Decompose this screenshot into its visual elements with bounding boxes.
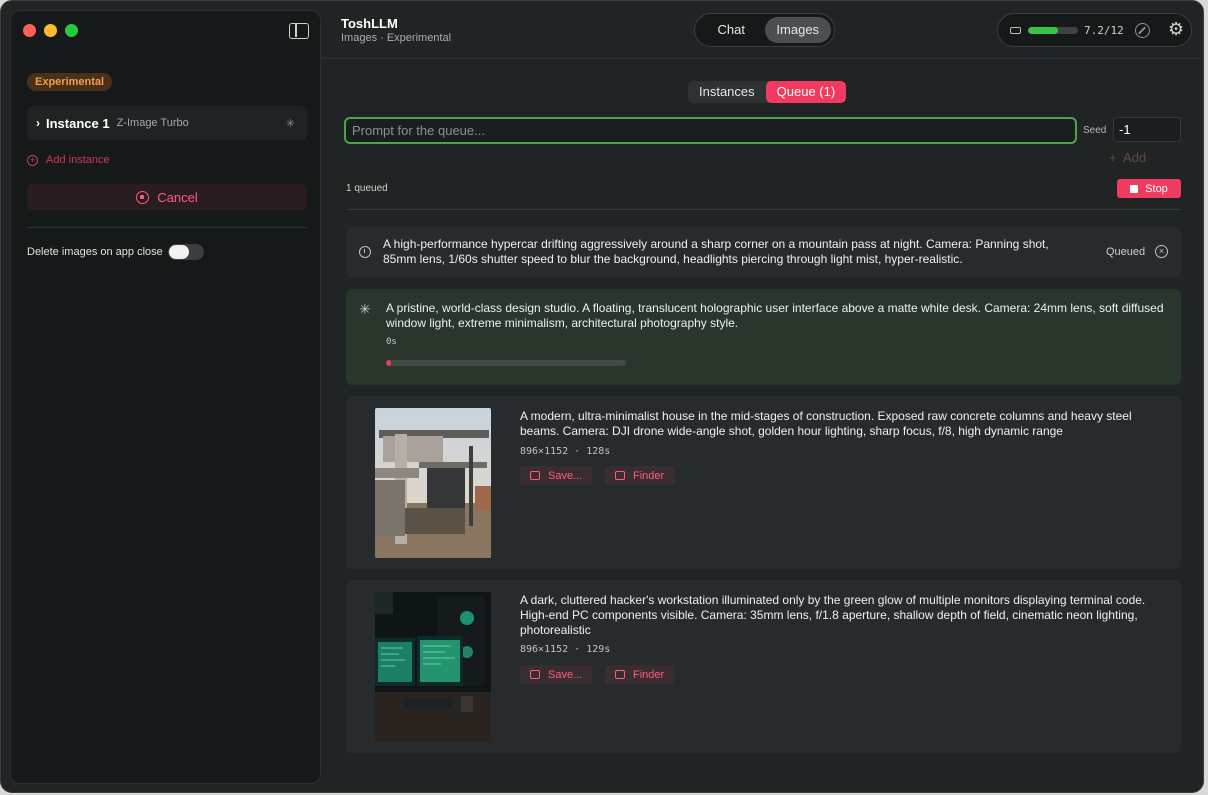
result-meta: 896×1152 · 128s xyxy=(520,446,611,457)
finder-button[interactable]: Finder xyxy=(605,466,675,485)
result-prompt: A dark, cluttered hacker's workstation i… xyxy=(520,593,1146,637)
memory-bar-fill xyxy=(1028,27,1058,34)
chevron-right-icon: › xyxy=(36,116,40,130)
plus-icon: + xyxy=(1109,150,1117,165)
sidebar: Experimental › Instance 1 Z-Image Turbo … xyxy=(10,10,321,784)
seed-input[interactable] xyxy=(1113,117,1181,142)
minimize-window-button[interactable] xyxy=(44,24,57,37)
add-button[interactable]: + Add xyxy=(1109,150,1146,165)
finder-button[interactable]: Finder xyxy=(605,665,675,684)
add-instance-button[interactable]: + Add instance xyxy=(27,154,110,166)
prompt-input[interactable] xyxy=(344,117,1077,144)
running-prompt: A pristine, world-class design studio. A… xyxy=(386,301,1164,330)
folder-icon xyxy=(615,670,625,679)
compass-icon[interactable] xyxy=(1135,23,1150,38)
close-window-button[interactable] xyxy=(23,24,36,37)
tab-chat[interactable]: Chat xyxy=(698,17,765,43)
add-instance-label: Add instance xyxy=(46,154,110,166)
folder-icon xyxy=(615,471,625,480)
queued-prompt: A high-performance hypercar drifting agg… xyxy=(383,237,1049,266)
cancel-label: Cancel xyxy=(157,189,198,205)
result-card: A modern, ultra-minimalist house in the … xyxy=(346,396,1181,569)
progress-fill xyxy=(386,360,391,366)
loading-spinner-icon: ✳ xyxy=(285,118,295,130)
delete-images-toggle[interactable] xyxy=(168,244,204,260)
save-button[interactable]: Save... xyxy=(520,466,593,485)
clock-icon xyxy=(359,246,371,258)
finder-label: Finder xyxy=(633,668,665,681)
main-panel: Instances Queue (1) Seed + Add 1 queued … xyxy=(321,60,1203,792)
tab-images[interactable]: Images xyxy=(764,17,831,43)
generated-image-house[interactable] xyxy=(375,408,491,558)
remove-icon[interactable]: × xyxy=(1155,245,1168,258)
elapsed-time: 0s xyxy=(386,337,397,347)
queue-divider xyxy=(346,209,1181,210)
seed-label: Seed xyxy=(1083,125,1107,136)
queued-status: Queued xyxy=(1106,246,1146,258)
memory-bar xyxy=(1028,27,1078,34)
plus-circle-icon: + xyxy=(27,154,38,166)
save-label: Save... xyxy=(548,469,583,482)
app-title: ToshLLM xyxy=(341,16,398,31)
header: ToshLLM Images · Experimental Chat Image… xyxy=(321,1,1203,59)
window-controls xyxy=(23,24,78,37)
save-icon xyxy=(530,471,540,480)
running-item: ✳ A pristine, world-class design studio.… xyxy=(346,289,1181,385)
stop-icon xyxy=(1130,184,1139,193)
add-label: Add xyxy=(1123,150,1147,165)
finder-label: Finder xyxy=(633,469,665,482)
app-subtitle: Images · Experimental xyxy=(341,32,452,44)
memory-text: 7.2/12 xyxy=(1084,24,1124,37)
instance-name: Instance 1 xyxy=(46,115,110,131)
save-icon xyxy=(530,670,540,679)
instance-row[interactable]: › Instance 1 Z-Image Turbo ✳ xyxy=(27,106,307,140)
stop-circle-icon xyxy=(136,190,150,204)
result-card: A dark, cluttered hacker's workstation i… xyxy=(346,580,1181,753)
sidebar-divider xyxy=(27,227,307,228)
save-label: Save... xyxy=(548,668,583,681)
memory-icon xyxy=(1010,27,1021,34)
sidebar-toggle-icon[interactable] xyxy=(289,23,309,39)
save-button[interactable]: Save... xyxy=(520,665,593,684)
queued-count: 1 queued xyxy=(346,183,388,194)
gear-icon[interactable]: ⚙ xyxy=(1168,20,1184,38)
mode-switcher: Chat Images xyxy=(694,13,835,47)
instance-model: Z-Image Turbo xyxy=(116,117,189,129)
stop-label: Stop xyxy=(1145,182,1168,195)
status-pill: 7.2/12 ⚙ xyxy=(997,13,1192,47)
queued-item: A high-performance hypercar drifting agg… xyxy=(346,227,1181,278)
tab-instances[interactable]: Instances xyxy=(688,81,766,103)
delete-images-label: Delete images on app close xyxy=(27,246,163,258)
result-meta: 896×1152 · 129s xyxy=(520,644,611,655)
tab-queue[interactable]: Queue (1) xyxy=(765,81,847,103)
progress-bar xyxy=(386,360,626,366)
experimental-badge: Experimental xyxy=(27,73,113,91)
result-prompt: A modern, ultra-minimalist house in the … xyxy=(520,409,1132,438)
stop-button[interactable]: Stop xyxy=(1117,179,1181,198)
app-window: Experimental › Instance 1 Z-Image Turbo … xyxy=(0,0,1204,793)
zoom-window-button[interactable] xyxy=(65,24,78,37)
generated-image-workstation[interactable] xyxy=(375,592,491,742)
cancel-button[interactable]: Cancel xyxy=(27,184,307,210)
queue-tabs: Instances Queue (1) xyxy=(688,81,847,103)
loading-spinner-icon: ✳ xyxy=(359,301,371,317)
